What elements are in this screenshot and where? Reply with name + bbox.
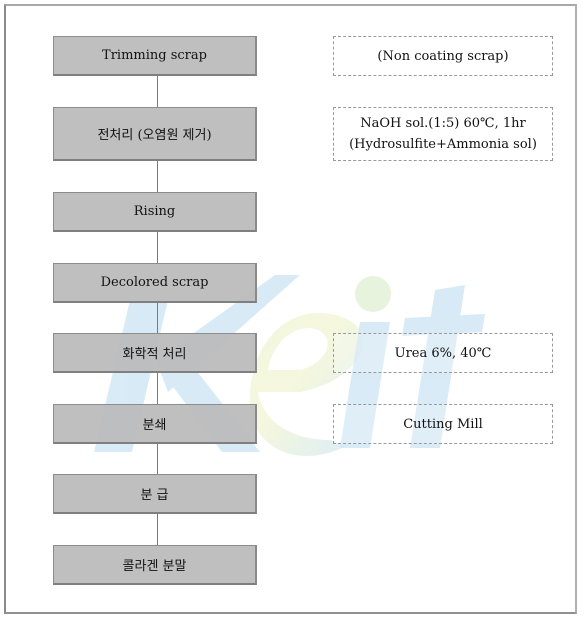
- note-cutting-mill: Cutting Mill: [333, 404, 553, 444]
- connector-3-4: [157, 232, 158, 263]
- step-label: 분쇄: [142, 418, 167, 433]
- step-collagen-powder: 콜라겐 분말: [53, 545, 257, 585]
- step-classification: 분 급: [53, 474, 257, 514]
- step-label: Rising: [133, 204, 176, 219]
- connector-4-5: [157, 303, 158, 333]
- note-line: Urea 6%, 40℃: [394, 345, 492, 361]
- note-urea-conditions: Urea 6%, 40℃: [333, 333, 553, 373]
- step-pretreatment: 전처리 (오염원 제거): [53, 107, 257, 161]
- figure-frame: [4, 4, 577, 614]
- note-line: (Hydrosulfite+Ammonia sol): [349, 137, 537, 152]
- connector-1-2: [157, 76, 158, 107]
- step-grinding: 분쇄: [53, 404, 257, 444]
- connector-6-7: [157, 444, 158, 474]
- step-label: 콜라겐 분말: [122, 559, 187, 574]
- connector-2-3: [157, 161, 158, 192]
- step-rising: Rising: [53, 192, 257, 232]
- step-decolored-scrap: Decolored scrap: [53, 263, 257, 303]
- note-line: Cutting Mill: [403, 416, 483, 432]
- note-non-coating-scrap: (Non coating scrap): [333, 36, 553, 76]
- note-line: NaOH sol.(1:5) 60℃, 1hr: [360, 116, 526, 131]
- connector-5-6: [157, 373, 158, 404]
- step-label: 전처리 (오염원 제거): [97, 128, 212, 143]
- step-trimming-scrap: Trimming scrap: [53, 36, 257, 76]
- step-label: 화학적 처리: [122, 347, 187, 362]
- step-chemical-treatment: 화학적 처리: [53, 333, 257, 373]
- step-label: Trimming scrap: [102, 48, 207, 63]
- step-label: 분 급: [140, 488, 169, 503]
- note-line: (Non coating scrap): [377, 48, 509, 64]
- note-naoh-conditions: NaOH sol.(1:5) 60℃, 1hr (Hydrosulfite+Am…: [333, 107, 553, 161]
- step-label: Decolored scrap: [100, 275, 209, 290]
- connector-7-8: [157, 514, 158, 545]
